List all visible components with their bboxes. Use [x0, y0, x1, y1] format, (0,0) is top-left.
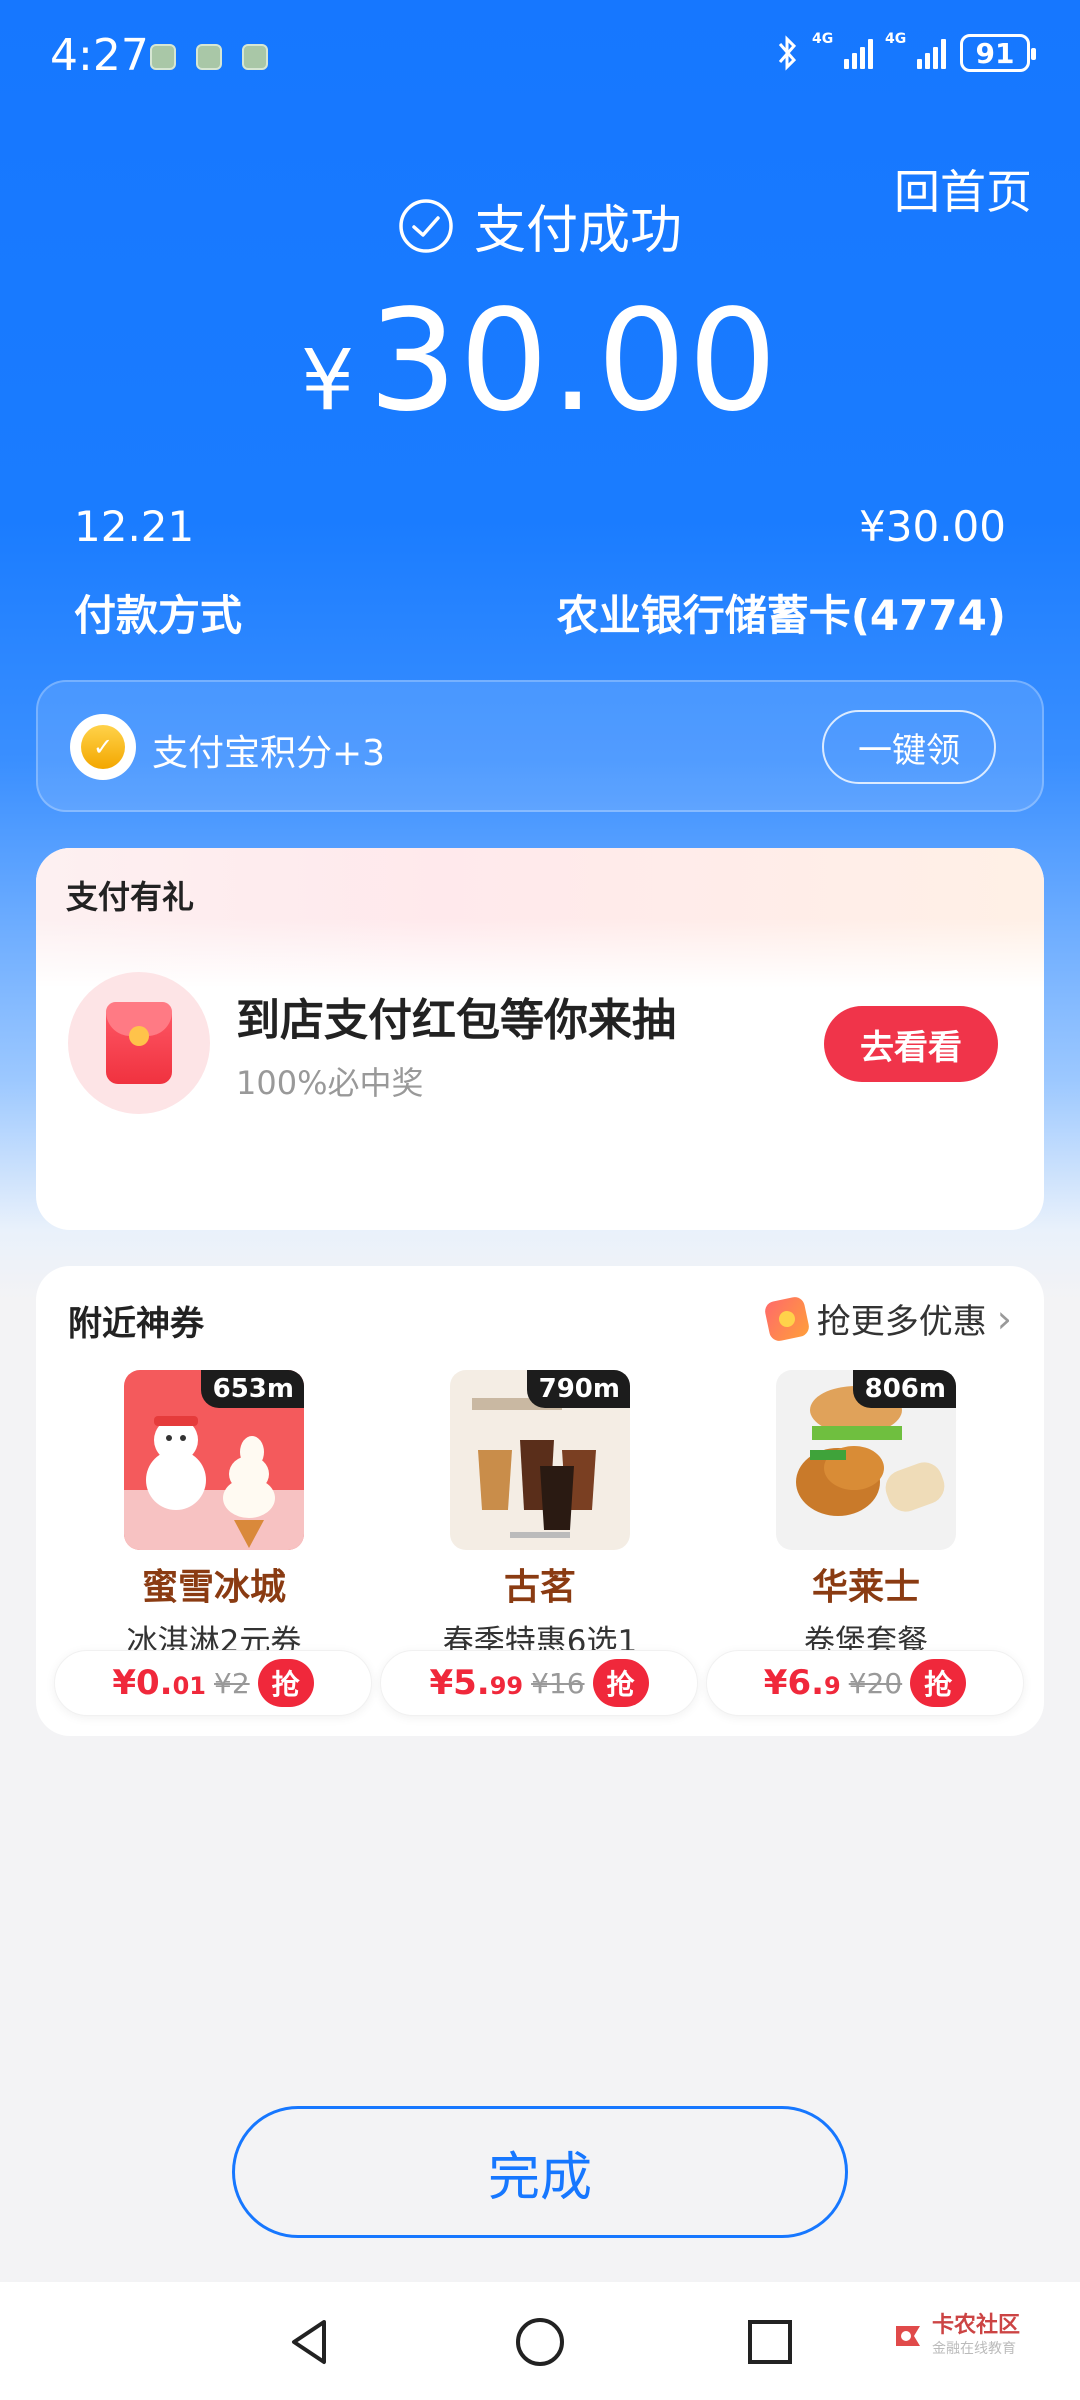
detail-row-method: 付款方式 农业银行储蓄卡(4774) — [74, 582, 1006, 643]
chevron-right-icon: › — [996, 1296, 1012, 1341]
currency-symbol: ¥ — [300, 331, 355, 429]
original-price: ¥2 — [214, 1666, 250, 1700]
points-card: ✓ 支付宝积分+3 一键领 — [36, 680, 1044, 812]
gift-card-header — [36, 848, 1044, 988]
payment-method-value: 农业银行储蓄卡(4774) — [556, 591, 1006, 640]
coupon-gift-icon — [763, 1294, 811, 1343]
distance-badge: 806m — [852, 1370, 956, 1408]
original-price: ¥20 — [848, 1666, 903, 1700]
gift-sub-text: 100%必中奖 — [236, 1064, 424, 1102]
watermark: 卡农社区 金融在线教育 — [890, 2313, 1020, 2358]
status-time: 4:27 — [50, 30, 149, 81]
grab-button[interactable]: 抢 — [910, 1659, 967, 1707]
status-bar: 4:27 4G 4G 91 — [0, 0, 1080, 118]
recents-icon[interactable] — [740, 2312, 800, 2372]
gift-main-text: 到店支付红包等你来抽 — [236, 995, 676, 1046]
shop-thumbnail: 790m — [450, 1370, 630, 1550]
shop-thumbnail: 653m — [124, 1370, 304, 1550]
payment-success-title: 支付成功 — [0, 188, 1080, 263]
distance-badge: 790m — [526, 1370, 630, 1408]
signal-icon: 4G — [812, 31, 873, 69]
watermark-logo-icon — [895, 2326, 920, 2347]
notification-icon — [150, 44, 176, 70]
watermark-title: 卡农社区 — [931, 2313, 1020, 2338]
points-coin-icon: ✓ — [70, 714, 136, 780]
coupon-item[interactable]: 790m 古茗 春季特惠6选1 — [390, 1370, 690, 1661]
shop-name: 蜜雪冰城 — [141, 1567, 286, 1608]
more-deals-label: 抢更多优惠 — [816, 1302, 987, 1342]
watermark-subtitle: 金融在线教育 — [931, 2341, 1016, 2358]
distance-badge: 653m — [200, 1370, 304, 1408]
notification-icon — [196, 44, 222, 70]
coupon-price: ¥6.9 — [763, 1663, 841, 1703]
gift-title: 支付有礼 — [66, 878, 195, 916]
coupon-item[interactable]: 806m 华莱士 卷堡套餐 — [716, 1370, 1016, 1661]
payment-method-label: 付款方式 — [74, 591, 243, 640]
grab-button[interactable]: 抢 — [592, 1659, 649, 1707]
shop-name: 古茗 — [503, 1567, 576, 1608]
notification-icon — [242, 44, 268, 70]
coupon-price: ¥5.99 — [429, 1663, 524, 1703]
points-text: 支付宝积分+3 — [152, 733, 386, 774]
claim-points-button[interactable]: 一键领 — [822, 710, 996, 784]
coupon-price-pill[interactable]: ¥5.99 ¥16 抢 — [380, 1650, 698, 1716]
check-circle-icon — [399, 198, 453, 253]
coupons-title: 附近神券 — [68, 1304, 204, 1344]
signal-icon: 4G — [885, 31, 946, 69]
detail-row-date: 12.21 ¥30.00 — [74, 502, 1006, 551]
grab-button[interactable]: 抢 — [257, 1659, 314, 1707]
back-icon[interactable] — [280, 2312, 340, 2372]
shop-name: 华莱士 — [811, 1567, 920, 1608]
battery-icon: 91 — [960, 34, 1036, 72]
shop-thumbnail: 806m — [776, 1370, 956, 1550]
coupon-price-pill[interactable]: ¥0.01 ¥2 抢 — [54, 1650, 372, 1716]
coupon-price: ¥0.01 — [112, 1663, 206, 1703]
amount-value: 30.00 — [368, 280, 780, 443]
success-text: 支付成功 — [473, 201, 682, 261]
payment-gift-card: 支付有礼 到店支付红包等你来抽 100%必中奖 去看看 — [36, 848, 1044, 1230]
nearby-coupons-card: 附近神券 抢更多优惠 › 653m 蜜雪冰城 冰淇淋2元券 ¥0.01 ¥2 抢… — [36, 1266, 1044, 1736]
done-button[interactable]: 完成 — [232, 2106, 848, 2238]
home-icon[interactable] — [510, 2312, 570, 2372]
original-price: ¥16 — [531, 1666, 585, 1700]
detail-date: 12.21 — [74, 502, 195, 551]
bluetooth-icon — [778, 35, 797, 71]
more-deals-link[interactable]: 抢更多优惠 › — [763, 1294, 1012, 1343]
red-envelope-icon — [68, 972, 210, 1114]
coupon-price-pill[interactable]: ¥6.9 ¥20 抢 — [706, 1650, 1024, 1716]
paid-amount: ¥ 30.00 — [0, 280, 1080, 443]
view-gift-button[interactable]: 去看看 — [824, 1006, 998, 1082]
coupon-item[interactable]: 653m 蜜雪冰城 冰淇淋2元券 — [64, 1370, 364, 1661]
detail-amount: ¥30.00 — [859, 502, 1006, 551]
